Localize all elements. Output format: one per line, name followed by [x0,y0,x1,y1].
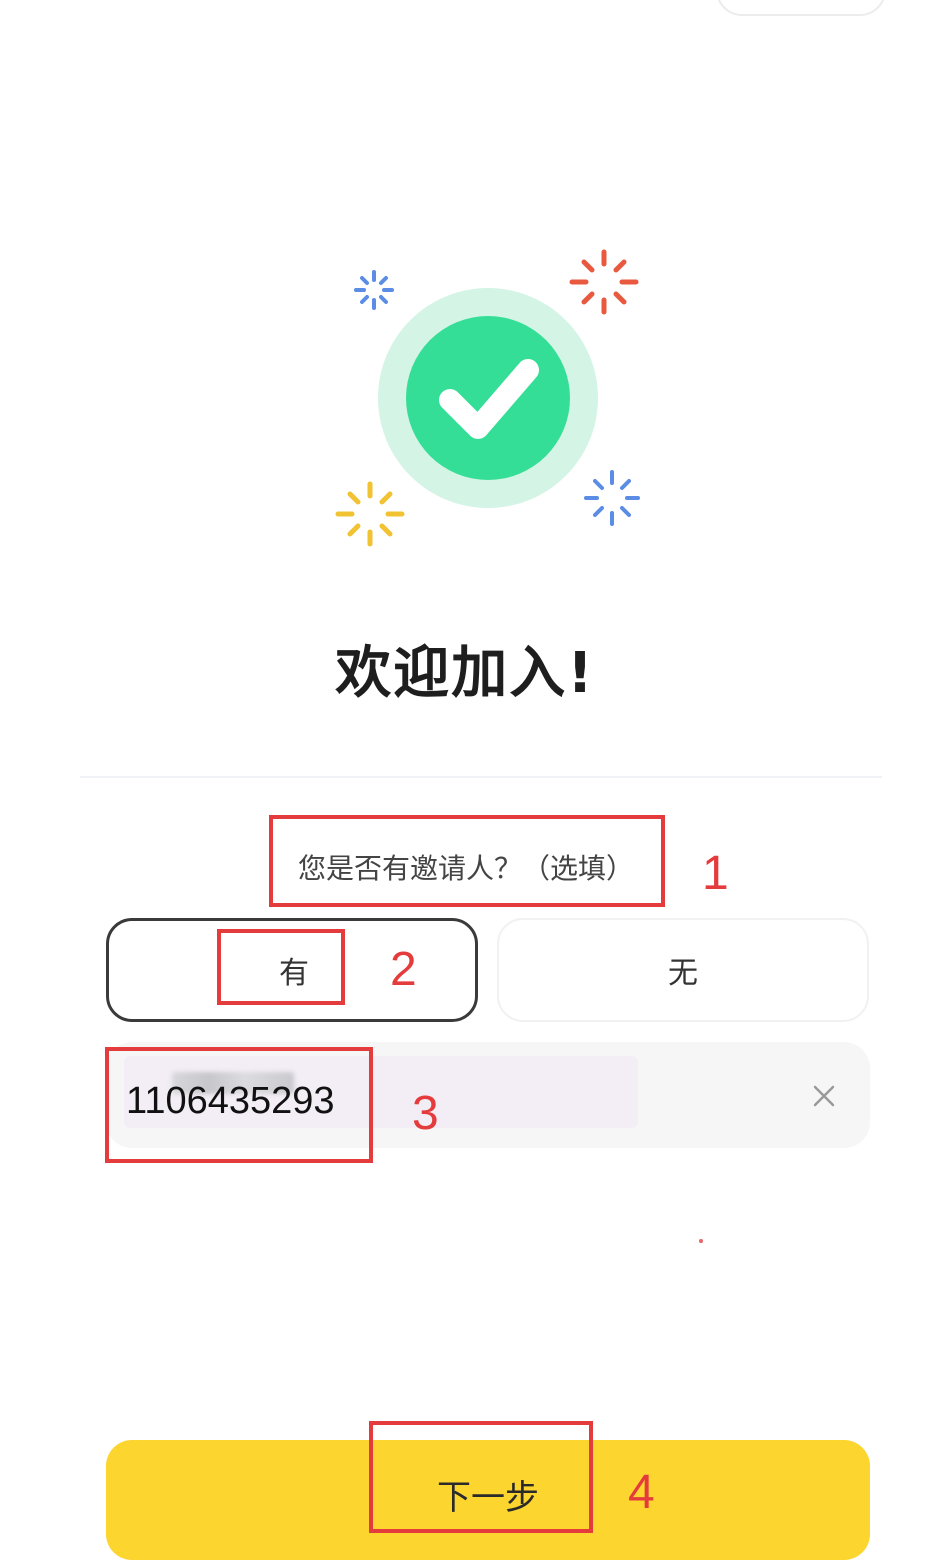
annotation-box-3 [105,1047,373,1163]
success-illustration [320,230,660,560]
annotation-number-2: 2 [390,943,417,996]
option-no-label: 无 [668,956,698,991]
divider [80,776,882,778]
success-check-icon [335,249,640,547]
annotation-number-1: 1 [702,847,729,900]
option-no-button[interactable]: 无 [497,918,869,1022]
close-icon[interactable] [806,1078,842,1114]
annotation-box-4 [369,1421,593,1533]
annotation-number-4: 4 [628,1466,655,1519]
stray-dot [699,1239,703,1243]
annotation-box-1 [269,815,665,907]
annotation-number-3: 3 [412,1087,439,1140]
welcome-title: 欢迎加入! [335,641,595,706]
top-right-pill-button[interactable] [716,0,886,16]
annotation-box-2 [217,929,345,1005]
